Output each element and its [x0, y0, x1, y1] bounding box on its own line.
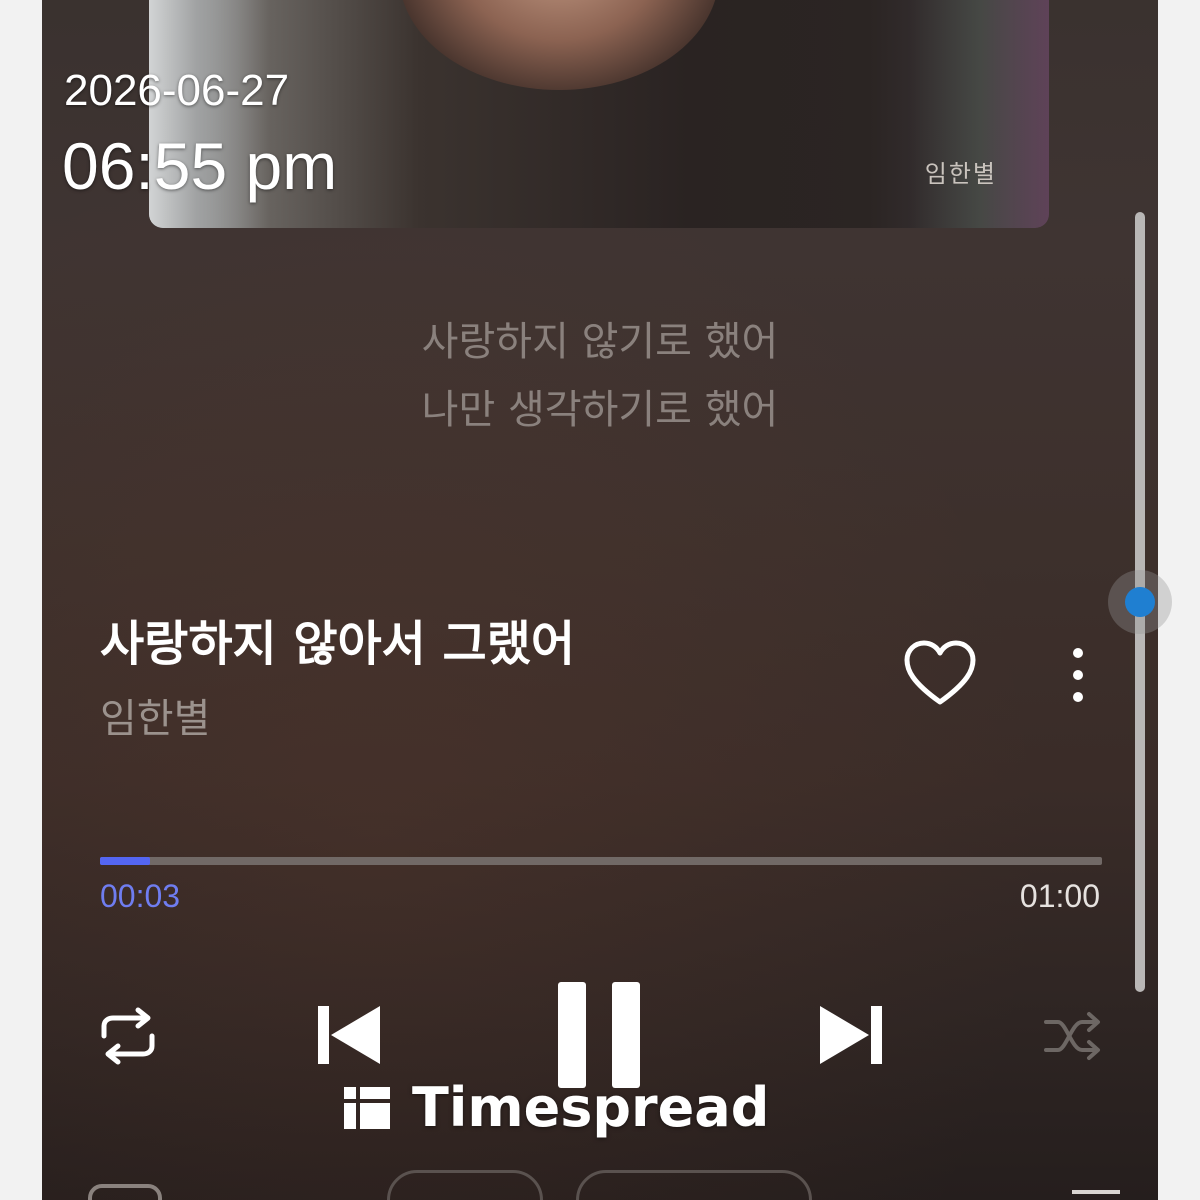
overlay-date: 2026-06-27	[64, 66, 290, 115]
bottom-chip-button[interactable]	[387, 1170, 543, 1200]
timespread-logo-icon	[344, 1086, 390, 1129]
overlay-time: 06:55 pm	[62, 129, 338, 203]
next-track-button[interactable]	[816, 1000, 886, 1070]
menu-icon[interactable]	[1072, 1190, 1120, 1194]
bottom-chip-button[interactable]	[576, 1170, 812, 1200]
shuffle-icon	[1044, 1012, 1100, 1060]
scroll-handle[interactable]	[1108, 570, 1172, 634]
song-artist[interactable]: 임한별	[100, 686, 210, 744]
playlist-icon[interactable]	[88, 1184, 162, 1200]
skip-previous-icon	[318, 1006, 380, 1064]
album-art-artist-mark: 임한별	[924, 160, 997, 188]
progress-fill	[100, 857, 151, 865]
lyrics-line: 사랑하지 않기로 했어	[421, 319, 779, 365]
album-art-portrait	[399, 0, 719, 90]
like-button[interactable]	[902, 638, 978, 710]
repeat-icon	[101, 1007, 155, 1065]
total-time: 01:00	[1019, 878, 1100, 914]
previous-track-button[interactable]	[314, 1000, 384, 1070]
watermark-text: Timespread	[412, 1076, 770, 1139]
more-options-button[interactable]	[1058, 644, 1098, 706]
shuffle-button[interactable]	[1042, 1010, 1104, 1062]
lyrics-line: 나만 생각하기로 했어	[421, 387, 779, 433]
pause-icon	[558, 982, 640, 1088]
current-time: 00:03	[100, 878, 181, 914]
lyrics-panel[interactable]: 사랑하지 않기로 했어 나만 생각하기로 했어	[42, 308, 1158, 444]
progress-bar[interactable]	[100, 857, 1102, 865]
heart-icon	[904, 640, 976, 705]
album-art-sheen	[909, 0, 1049, 228]
song-title: 사랑하지 않아서 그랬어	[100, 616, 576, 672]
pause-button[interactable]	[554, 980, 646, 1090]
repeat-button[interactable]	[96, 1006, 160, 1066]
skip-next-icon	[820, 1006, 882, 1064]
watermark: Timespread	[342, 1076, 769, 1139]
more-vertical-icon	[1073, 648, 1083, 702]
